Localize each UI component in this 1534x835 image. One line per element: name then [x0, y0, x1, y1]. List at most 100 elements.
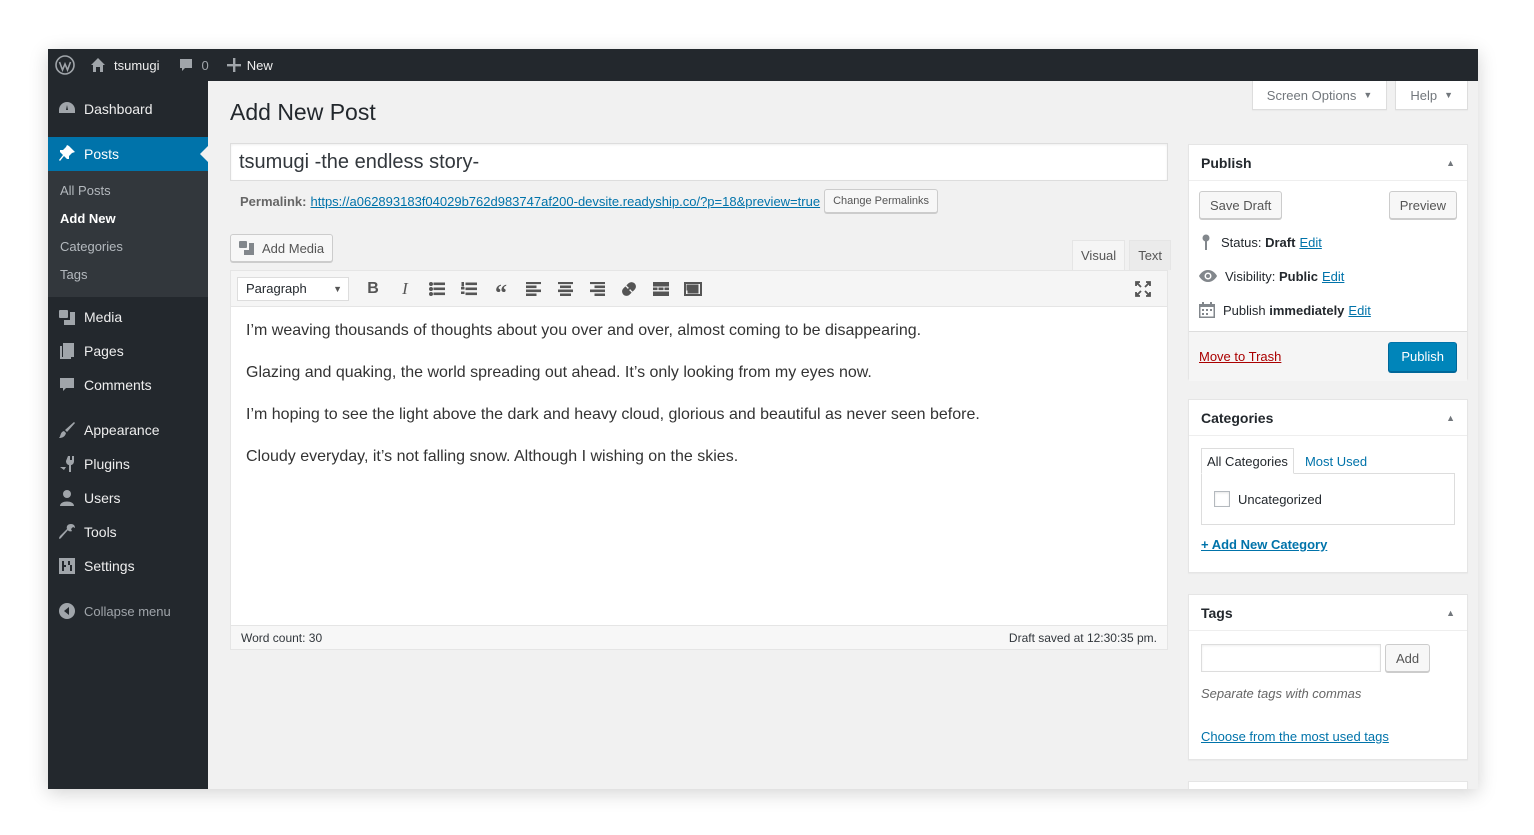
- collapse-toggle-icon[interactable]: ▲: [1446, 413, 1455, 423]
- sidebar-item-appearance[interactable]: Appearance: [48, 413, 208, 447]
- comments-link[interactable]: 0: [178, 49, 209, 81]
- submenu-categories[interactable]: Categories: [48, 233, 208, 261]
- categories-box: Categories ▲ All Categories Most Used Un…: [1188, 399, 1468, 573]
- save-draft-button[interactable]: Save Draft: [1199, 191, 1283, 219]
- blockquote-button[interactable]: “: [485, 275, 517, 307]
- wordpress-logo-icon[interactable]: [48, 49, 82, 81]
- pin-icon: [57, 144, 77, 164]
- submenu-tags[interactable]: Tags: [48, 261, 208, 289]
- numbered-list-icon: [461, 281, 477, 295]
- sidebar-item-label: Plugins: [84, 456, 130, 472]
- choose-most-used-tags-link[interactable]: Choose from the most used tags: [1189, 701, 1467, 760]
- comment-count: 0: [201, 57, 209, 73]
- sidebar-item-settings[interactable]: Settings: [48, 549, 208, 583]
- submenu-all-posts[interactable]: All Posts: [48, 177, 208, 205]
- editor-status-bar: Word count: 30 Draft saved at 12:30:35 p…: [231, 625, 1167, 649]
- editor-toolbar: Paragraph ▼ B I “: [231, 271, 1167, 307]
- change-permalinks-button[interactable]: Change Permalinks: [824, 189, 939, 213]
- screen-options-label: Screen Options: [1266, 87, 1357, 103]
- plus-icon: [226, 58, 241, 72]
- tags-box-title: Tags: [1201, 604, 1233, 621]
- sidebar-item-comments[interactable]: Comments: [48, 368, 208, 402]
- pin-icon: [1202, 234, 1210, 250]
- add-media-button[interactable]: Add Media: [230, 234, 334, 262]
- bold-button[interactable]: B: [357, 275, 389, 303]
- insert-link-button[interactable]: [613, 275, 645, 303]
- sidebar-item-label: Dashboard: [84, 101, 153, 117]
- visibility-value: Public: [1278, 268, 1318, 284]
- new-label: New: [246, 57, 273, 73]
- collapse-toggle-icon[interactable]: ▲: [1446, 608, 1455, 618]
- align-center-icon: [557, 281, 573, 296]
- permalink-url[interactable]: https://a062893183f04029b762d983747af200…: [310, 194, 820, 209]
- italic-button[interactable]: I: [389, 275, 421, 303]
- help-button[interactable]: Help ▼: [1395, 81, 1468, 110]
- add-tag-button[interactable]: Add: [1385, 644, 1431, 672]
- format-select-value: Paragraph: [246, 281, 307, 296]
- edit-publish-time-link[interactable]: Edit: [1348, 303, 1370, 318]
- edit-status-link[interactable]: Edit: [1299, 235, 1321, 250]
- category-checkbox[interactable]: [1214, 491, 1230, 507]
- fullscreen-icon: [1135, 281, 1151, 297]
- post-status-row: Status: Draft Edit: [1199, 225, 1457, 259]
- screen-meta-links: Screen Options ▼ Help ▼: [1244, 81, 1468, 110]
- tab-all-categories[interactable]: All Categories: [1201, 448, 1294, 474]
- visibility-label: Visibility:: [1225, 268, 1276, 284]
- blockquote-icon: “: [495, 280, 507, 307]
- screen-options-button[interactable]: Screen Options ▼: [1251, 81, 1388, 110]
- site-name: tsumugi: [114, 57, 160, 73]
- submenu-add-new[interactable]: Add New: [48, 205, 208, 233]
- toolbar-toggle-button[interactable]: [677, 275, 709, 303]
- caret-down-icon: ▼: [1444, 90, 1453, 100]
- category-label[interactable]: Uncategorized: [1238, 492, 1322, 507]
- align-right-button[interactable]: [581, 275, 613, 303]
- post-title-input[interactable]: tsumugi -the endless story-: [230, 143, 1168, 181]
- categories-box-header[interactable]: Categories ▲: [1189, 400, 1467, 436]
- status-label: Status:: [1221, 234, 1262, 250]
- editor-content[interactable]: I’m weaving thousands of thoughts about …: [231, 307, 1167, 491]
- move-to-trash-link[interactable]: Move to Trash: [1199, 349, 1281, 364]
- preview-button[interactable]: Preview: [1388, 191, 1457, 219]
- appearance-icon: [57, 420, 77, 440]
- content-paragraph: I’m hoping to see the light above the da…: [246, 406, 980, 423]
- edit-visibility-link[interactable]: Edit: [1322, 269, 1344, 284]
- sidebar-item-posts[interactable]: Posts: [48, 137, 208, 171]
- publish-button[interactable]: Publish: [1388, 341, 1457, 372]
- align-center-button[interactable]: [549, 275, 581, 303]
- category-tabs: All Categories Most Used: [1189, 436, 1467, 474]
- site-name-link[interactable]: tsumugi: [90, 49, 160, 81]
- sidebar-item-pages[interactable]: Pages: [48, 334, 208, 368]
- sidebar-item-media[interactable]: Media: [48, 300, 208, 334]
- bulleted-list-icon: [429, 281, 445, 296]
- read-more-button[interactable]: [645, 275, 677, 303]
- numbered-list-button[interactable]: [453, 275, 485, 303]
- new-tag-input[interactable]: [1201, 644, 1381, 672]
- sidebar-item-users[interactable]: Users: [48, 481, 208, 515]
- align-left-button[interactable]: [517, 275, 549, 303]
- new-content-link[interactable]: New: [226, 49, 273, 81]
- sidebar-item-tools[interactable]: Tools: [48, 515, 208, 549]
- format-select[interactable]: Paragraph ▼: [237, 276, 349, 301]
- sidebar-item-dashboard[interactable]: Dashboard: [48, 92, 208, 126]
- tab-text[interactable]: Text: [1129, 240, 1172, 270]
- dropdown-arrow-icon: ▼: [333, 283, 342, 294]
- sidebar-item-label: Settings: [84, 558, 135, 574]
- home-icon: [91, 58, 105, 72]
- admin-sidebar: Dashboard Posts All Posts Add New Catego…: [48, 81, 208, 789]
- bulleted-list-button[interactable]: [421, 275, 453, 303]
- italic-icon: I: [402, 278, 408, 298]
- publish-box-header[interactable]: Publish ▲: [1189, 145, 1467, 181]
- collapse-toggle-icon[interactable]: ▲: [1446, 158, 1455, 168]
- sidebar-item-plugins[interactable]: Plugins: [48, 447, 208, 481]
- comments-icon: [57, 375, 77, 395]
- tab-visual[interactable]: Visual: [1072, 240, 1126, 270]
- categories-box-title: Categories: [1201, 409, 1274, 426]
- add-new-category-link[interactable]: + Add New Category: [1189, 525, 1467, 568]
- tab-most-used[interactable]: Most Used: [1300, 448, 1372, 474]
- tags-box-header[interactable]: Tags ▲: [1189, 595, 1467, 631]
- comment-bubble-icon: [179, 59, 192, 71]
- sidebar-item-label: Appearance: [84, 422, 160, 438]
- tools-icon: [57, 522, 77, 542]
- distraction-free-button[interactable]: [1127, 275, 1159, 303]
- collapse-menu-button[interactable]: Collapse menu: [48, 594, 208, 628]
